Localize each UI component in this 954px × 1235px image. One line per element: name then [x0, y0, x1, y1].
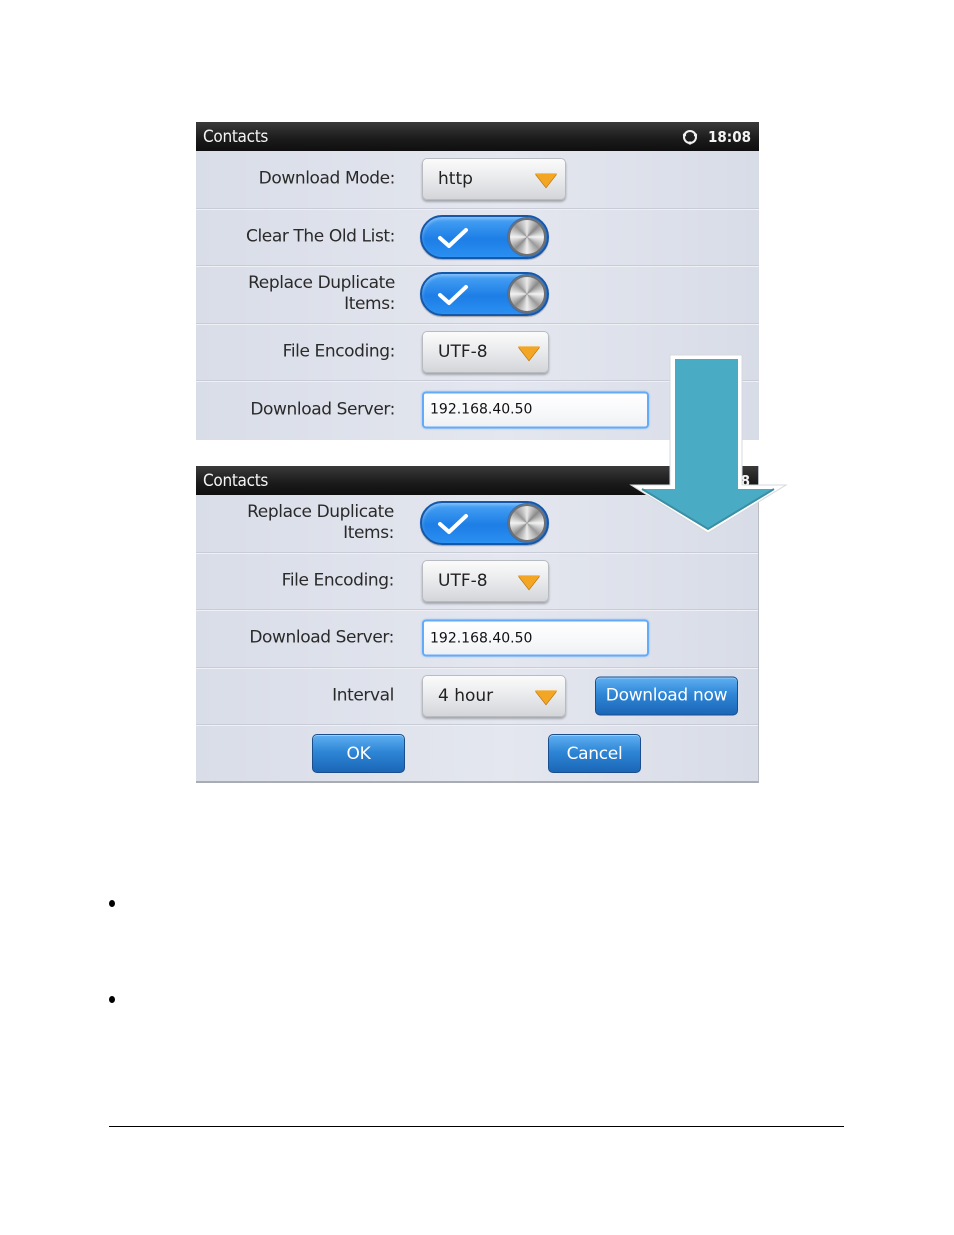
file-encoding-value: UTF-8: [438, 341, 488, 362]
status-area: 8: [741, 472, 750, 490]
row-replace-duplicates: Replace Duplicate Items:: [196, 266, 759, 324]
title-bar: Contacts 18:08: [196, 122, 759, 151]
title-bar: Contacts 8: [196, 466, 758, 495]
file-encoding-value: UTF-8: [438, 570, 488, 591]
file-encoding-label: File Encoding:: [282, 341, 396, 362]
caret-down-icon: [535, 690, 557, 705]
row-interval: Interval 4 hour Download now: [196, 668, 758, 725]
checkmark-icon: [438, 514, 468, 535]
bullet-point: [109, 996, 115, 1003]
clear-old-list-toggle[interactable]: [420, 214, 549, 259]
status-area: 18:08: [682, 128, 751, 146]
download-mode-label: Download Mode:: [258, 168, 396, 189]
label-line-1: Replace Duplicate: [248, 273, 395, 294]
replace-duplicates-toggle[interactable]: [420, 272, 549, 317]
clock-time: 18:08: [708, 127, 751, 146]
download-server-input[interactable]: 192.168.40.50: [422, 619, 649, 657]
file-encoding-dropdown[interactable]: UTF-8: [422, 559, 549, 602]
label-line-2: Items:: [343, 523, 394, 544]
replace-duplicates-label: Replace Duplicate Items:: [247, 502, 394, 544]
row-download-mode: Download Mode: http: [196, 151, 759, 209]
row-download-server: Download Server: 192.168.40.50: [196, 381, 759, 439]
download-mode-dropdown[interactable]: http: [422, 158, 566, 201]
row-file-encoding: File Encoding: UTF-8: [196, 553, 758, 610]
interval-dropdown[interactable]: 4 hour: [422, 674, 566, 717]
bullet-point: [109, 900, 115, 907]
contacts-settings-screenshot-top: Contacts 18:08 Download Mode: http Clear…: [196, 122, 759, 440]
file-encoding-dropdown[interactable]: UTF-8: [422, 330, 549, 373]
row-download-server: Download Server: 192.168.40.50: [196, 610, 758, 668]
caret-down-icon: [518, 346, 540, 361]
clock-time-partial: 8: [740, 471, 750, 490]
label-line-1: Replace Duplicate: [247, 502, 394, 523]
ok-button[interactable]: OK: [312, 734, 405, 773]
row-replace-duplicates: Replace Duplicate Items:: [196, 495, 758, 553]
replace-duplicates-toggle[interactable]: [420, 501, 549, 546]
row-file-encoding: File Encoding: UTF-8: [196, 324, 759, 381]
sync-icon: [682, 129, 698, 145]
interval-value: 4 hour: [438, 685, 494, 706]
checkmark-icon: [438, 227, 468, 248]
checkmark-icon: [438, 285, 468, 306]
clear-old-list-label: Clear The Old List:: [245, 226, 395, 247]
button-row: OK Cancel: [196, 725, 758, 781]
toggle-knob: [508, 217, 546, 256]
contacts-settings-screenshot-bottom: Contacts 8 Replace Duplicate Items: File…: [196, 466, 759, 783]
file-encoding-label: File Encoding:: [281, 570, 395, 591]
replace-duplicates-label: Replace Duplicate Items:: [248, 273, 395, 315]
cancel-button[interactable]: Cancel: [548, 734, 641, 773]
download-server-label: Download Server:: [249, 627, 394, 648]
download-server-label: Download Server:: [250, 399, 395, 420]
app-title: Contacts: [203, 126, 269, 147]
interval-label: Interval: [332, 685, 394, 706]
app-title: Contacts: [203, 470, 269, 491]
toggle-knob: [508, 504, 546, 543]
caret-down-icon: [518, 575, 540, 590]
caret-down-icon: [535, 173, 557, 188]
download-server-input[interactable]: 192.168.40.50: [422, 391, 649, 429]
toggle-knob: [508, 275, 546, 314]
download-now-button[interactable]: Download now: [595, 676, 738, 716]
footer-divider: [109, 1126, 844, 1127]
download-mode-value: http: [438, 169, 473, 190]
row-clear-old-list: Clear The Old List:: [196, 209, 759, 266]
label-line-2: Items:: [344, 294, 395, 315]
